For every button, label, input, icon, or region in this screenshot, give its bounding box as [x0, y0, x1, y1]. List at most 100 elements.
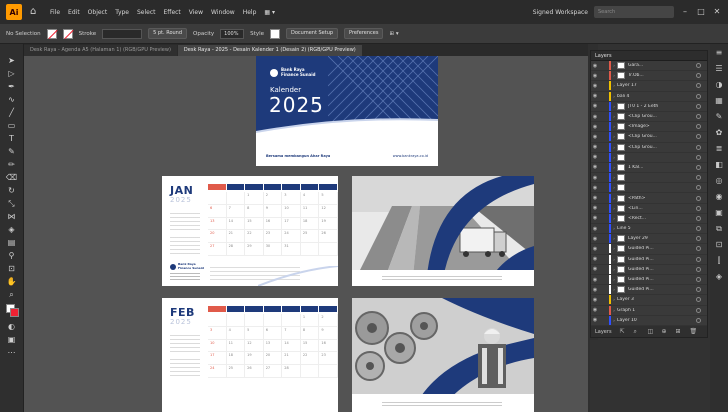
- pen-tool-icon[interactable]: ✒: [5, 82, 19, 92]
- canvas[interactable]: Bank Raya Finance Sunaid Kalender 2025 B…: [24, 56, 588, 412]
- preferences-button[interactable]: Preferences: [344, 28, 384, 39]
- layer-row[interactable]: ◉ › Guided Pi...: [591, 275, 707, 286]
- pathfinder-icon[interactable]: ◈: [714, 272, 724, 282]
- layer-row[interactable]: ◉ › <Path>: [591, 193, 707, 204]
- visibility-eye-icon[interactable]: ◉: [591, 144, 599, 150]
- layer-row[interactable]: ◉ ›: [591, 183, 707, 194]
- clipping-mask-icon[interactable]: ◫: [648, 328, 654, 335]
- stroke-label[interactable]: Stroke: [79, 31, 97, 37]
- stroke-icon[interactable]: ≣: [714, 144, 724, 154]
- rectangle-tool-icon[interactable]: ▭: [5, 121, 19, 131]
- layer-name[interactable]: <Path>: [628, 196, 696, 201]
- layer-name[interactable]: 1 Kal...: [628, 165, 696, 170]
- target-circle-icon[interactable]: [696, 195, 701, 201]
- target-circle-icon[interactable]: [696, 73, 701, 79]
- menu-window[interactable]: Window: [211, 9, 235, 16]
- target-circle-icon[interactable]: [696, 134, 701, 140]
- export-icon[interactable]: ⇱: [620, 328, 626, 335]
- properties-icon[interactable]: ≡: [714, 48, 724, 58]
- stroke-weight-field[interactable]: [102, 28, 143, 39]
- visibility-eye-icon[interactable]: ◉: [591, 287, 599, 293]
- visibility-eye-icon[interactable]: ◉: [591, 185, 599, 191]
- layer-row[interactable]: ◉ › <Clip Grou...: [591, 132, 707, 143]
- visibility-eye-icon[interactable]: ◉: [591, 256, 599, 262]
- menu-help[interactable]: Help: [243, 9, 257, 16]
- artboard-feb-calendar[interactable]: FEB 2025 1 2 3 4 5 6 7 8 9 10 11 12 13 14 15 16 17 18 19 20…: [162, 298, 338, 412]
- new-layer-icon[interactable]: ⊞: [676, 328, 682, 335]
- layer-row[interactable]: ◉ › Layer 3: [591, 295, 707, 306]
- target-circle-icon[interactable]: [696, 164, 701, 170]
- style-swatch[interactable]: [270, 28, 280, 39]
- target-circle-icon[interactable]: [696, 215, 701, 221]
- visibility-eye-icon[interactable]: ◉: [591, 195, 599, 201]
- layer-row[interactable]: ◉ › Gara...: [591, 61, 707, 72]
- layer-row[interactable]: ◉ ›: [591, 152, 707, 163]
- layer-name[interactable]: Layer 17: [617, 83, 696, 88]
- close-icon[interactable]: ✕: [712, 7, 722, 17]
- hand-tool-icon[interactable]: ✋: [5, 277, 19, 287]
- shape-builder-tool-icon[interactable]: ◈: [5, 225, 19, 235]
- target-circle-icon[interactable]: [696, 246, 701, 252]
- target-circle-icon[interactable]: [696, 124, 701, 130]
- visibility-eye-icon[interactable]: ◉: [591, 164, 599, 170]
- layer-row[interactable]: ◉ › Guided Pi...: [591, 254, 707, 265]
- layer-row[interactable]: ◉ › <Image>: [591, 122, 707, 133]
- layer-row[interactable]: ◉ › Guided Pi...: [591, 244, 707, 255]
- layer-name[interactable]: Layer 29: [628, 236, 696, 241]
- layer-name[interactable]: Layer 3: [617, 297, 696, 302]
- gradient-tool-icon[interactable]: ▤: [5, 238, 19, 248]
- target-circle-icon[interactable]: [696, 114, 701, 120]
- line-tool-icon[interactable]: ╱: [5, 108, 19, 118]
- delete-icon[interactable]: 🗑: [690, 328, 698, 335]
- artboards-icon[interactable]: ⊡: [714, 240, 724, 250]
- layer-row[interactable]: ◉ › 1 Kal...: [591, 162, 707, 174]
- layer-name[interactable]: Guided Pi...: [628, 246, 696, 251]
- layer-row[interactable]: ◉ › Line 5: [591, 224, 707, 235]
- layer-row[interactable]: ◉ › Layer 10: [591, 315, 707, 326]
- target-circle-icon[interactable]: [696, 63, 701, 69]
- artboard-jan-calendar[interactable]: JAN 2025 1 2 3 4 5 6 7 8 9 10 11 12 13 14 15 16 17 18 19 20…: [162, 176, 338, 286]
- visibility-eye-icon[interactable]: ◉: [591, 266, 599, 272]
- layer-row[interactable]: ◉ › <Rect...: [591, 213, 707, 224]
- curvature-tool-icon[interactable]: ∿: [5, 95, 19, 105]
- layer-row[interactable]: ◉ › Graph 1: [591, 305, 707, 316]
- layer-name[interactable]: <Lin...: [628, 206, 696, 211]
- visibility-eye-icon[interactable]: ◉: [591, 215, 599, 221]
- layer-row[interactable]: ◉ › Guided Pi...: [591, 264, 707, 275]
- target-circle-icon[interactable]: [696, 226, 701, 232]
- selection-tool-icon[interactable]: ➤: [5, 56, 19, 66]
- libraries-icon[interactable]: ☰: [714, 64, 724, 74]
- visibility-eye-icon[interactable]: ◉: [591, 114, 599, 120]
- menu-edit[interactable]: Edit: [68, 9, 80, 16]
- menu-view[interactable]: View: [189, 9, 203, 16]
- drawing-modes-icon[interactable]: ◐: [5, 322, 19, 332]
- color-icon[interactable]: ◑: [714, 80, 724, 90]
- menu-effect[interactable]: Effect: [164, 9, 181, 16]
- visibility-eye-icon[interactable]: ◉: [591, 103, 599, 109]
- fill-swatch[interactable]: [46, 28, 57, 39]
- stroke-color-icon[interactable]: [9, 308, 19, 317]
- symbols-icon[interactable]: ✿: [714, 128, 724, 138]
- rotate-tool-icon[interactable]: ↻: [5, 186, 19, 196]
- visibility-eye-icon[interactable]: ◉: [591, 317, 599, 323]
- layer-name[interactable]: Gara...: [628, 63, 696, 68]
- visibility-eye-icon[interactable]: ◉: [591, 73, 599, 79]
- artboard-jan-photo[interactable]: [352, 176, 534, 286]
- layer-name[interactable]: Guided Pi...: [628, 267, 696, 272]
- opacity-field[interactable]: 100%: [220, 28, 245, 39]
- layers-icon[interactable]: ⧉: [714, 224, 724, 234]
- layer-row[interactable]: ◉ › bali 4: [591, 91, 707, 102]
- layer-name[interactable]: <Rect...: [628, 216, 696, 221]
- stroke-swatch[interactable]: [62, 28, 73, 39]
- appearance-icon[interactable]: ◉: [714, 192, 724, 202]
- visibility-eye-icon[interactable]: ◉: [591, 307, 599, 313]
- opacity-label[interactable]: Opacity: [193, 31, 214, 37]
- visibility-eye-icon[interactable]: ◉: [591, 246, 599, 252]
- workspace-switcher[interactable]: Signed Workspace: [533, 9, 588, 16]
- brush-style-dropdown[interactable]: 5 pt. Round: [148, 28, 188, 39]
- target-circle-icon[interactable]: [696, 93, 701, 99]
- layer-row[interactable]: ◉ › Tr.Ob...: [591, 71, 707, 82]
- target-circle-icon[interactable]: [696, 83, 701, 89]
- layer-row[interactable]: ◉ › Guided Pi...: [591, 285, 707, 296]
- layer-row[interactable]: ◉ › <Clip Grou...: [591, 112, 707, 123]
